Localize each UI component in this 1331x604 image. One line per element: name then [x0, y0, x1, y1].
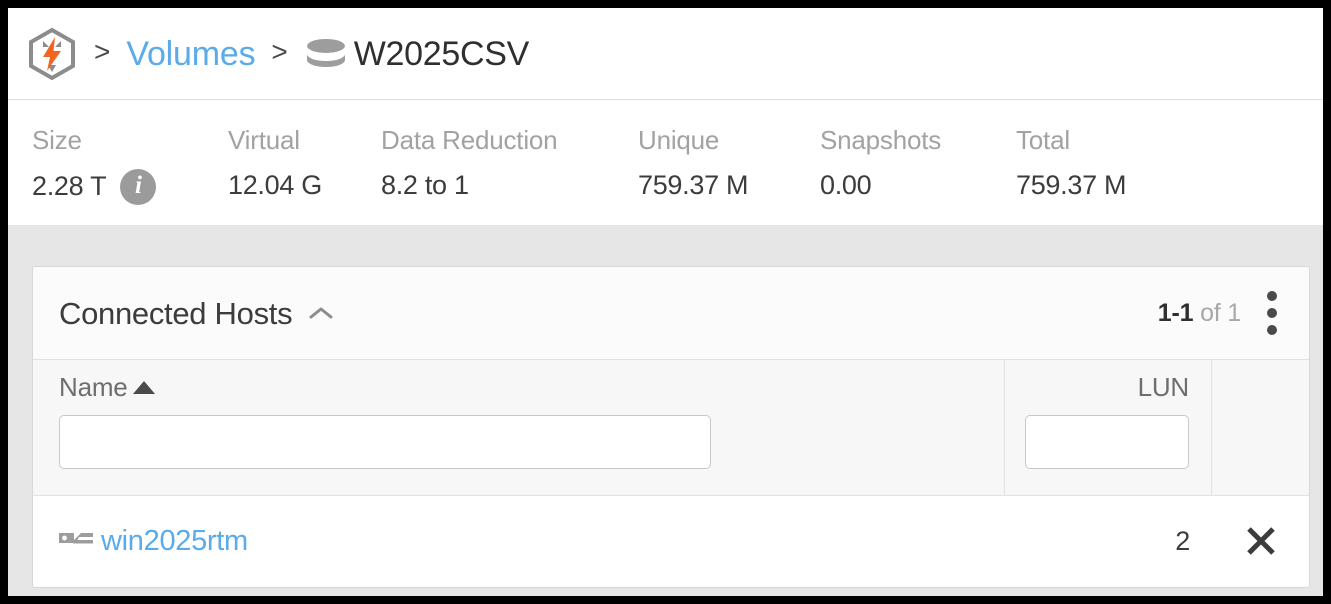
stat-virtual-label: Virtual — [228, 125, 300, 155]
stat-virtual-value: 12.04 G — [228, 169, 322, 200]
kebab-dot-3 — [1267, 325, 1277, 335]
pagination-total: of 1 — [1200, 298, 1241, 327]
chevron-up-icon[interactable] — [308, 305, 334, 321]
stat-data-reduction-value: 8.2 to 1 — [381, 169, 469, 200]
table-header: Name LUN — [33, 359, 1309, 496]
panel-title: Connected Hosts — [59, 295, 293, 331]
stat-virtual: Virtual 12.04 G — [228, 124, 381, 202]
lun-filter-input[interactable] — [1025, 415, 1189, 469]
kebab-menu-icon[interactable] — [1267, 291, 1277, 335]
column-header-name-label: Name — [59, 372, 128, 402]
stat-snapshots: Snapshots 0.00 — [820, 124, 1016, 202]
stat-data-reduction-label: Data Reduction — [381, 125, 558, 155]
cell-remove-action — [1213, 496, 1309, 586]
breadcrumb: > Volumes > W2025CSV — [8, 8, 1323, 100]
stat-total-label: Total — [1016, 125, 1070, 155]
sort-ascending-icon — [132, 380, 155, 394]
name-filter-input[interactable] — [59, 415, 711, 469]
stat-snapshots-label: Snapshots — [820, 125, 942, 155]
stat-unique-label: Unique — [638, 125, 720, 155]
column-header-lun-label[interactable]: LUN — [1138, 374, 1190, 400]
stat-size-value-row: 2.28 T i — [32, 168, 228, 205]
column-header-actions — [1213, 360, 1309, 495]
host-link[interactable]: win2025rtm — [101, 526, 248, 556]
pure-storage-hexagon-bolt-logo[interactable] — [26, 27, 78, 81]
column-header-name: Name — [33, 360, 1004, 495]
stat-size: Size 2.28 T i — [32, 124, 228, 205]
stat-size-label: Size — [32, 125, 82, 155]
column-header-name-sort[interactable]: Name — [59, 374, 155, 400]
kebab-dot-2 — [1267, 308, 1277, 318]
stat-total: Total 759.37 M — [1016, 124, 1216, 202]
stat-unique-value: 759.37 M — [638, 169, 749, 200]
column-header-lun: LUN — [1004, 360, 1212, 495]
close-x-icon[interactable] — [1244, 524, 1278, 558]
panel-header: Connected Hosts 1-1 of 1 — [33, 267, 1309, 359]
stat-data-reduction: Data Reduction 8.2 to 1 — [381, 124, 638, 202]
info-icon[interactable]: i — [120, 168, 157, 205]
cell-lun-value: 2 — [1175, 525, 1190, 556]
host-icon — [59, 533, 93, 544]
kebab-dot-1 — [1267, 291, 1277, 301]
cell-host-name: win2025rtm — [59, 496, 248, 586]
stat-total-value: 759.37 M — [1016, 169, 1127, 200]
breadcrumb-link-volumes[interactable]: Volumes — [126, 37, 255, 71]
connected-hosts-panel: Connected Hosts 1-1 of 1 Name LUN win202… — [32, 266, 1310, 588]
stat-unique: Unique 759.37 M — [638, 124, 820, 202]
breadcrumb-separator-1: > — [94, 35, 111, 67]
app-window: > Volumes > W2025CSV Size 2.28 T i Virtu — [8, 8, 1323, 596]
pagination-range: 1-1 — [1157, 298, 1194, 327]
breadcrumb-separator-2: > — [271, 35, 288, 67]
breadcrumb-current-volume: W2025CSV — [304, 37, 529, 71]
pagination-status: 1-1 of 1 — [1158, 299, 1241, 328]
volume-cylinder-icon — [306, 38, 345, 67]
volume-name: W2025CSV — [353, 34, 530, 73]
stat-snapshots-value: 0.00 — [820, 169, 872, 200]
table-row: win2025rtm 2 — [33, 496, 1309, 586]
stat-size-value: 2.28 T — [32, 170, 107, 201]
volume-stats: Size 2.28 T i Virtual 12.04 G Data Reduc… — [8, 100, 1323, 225]
